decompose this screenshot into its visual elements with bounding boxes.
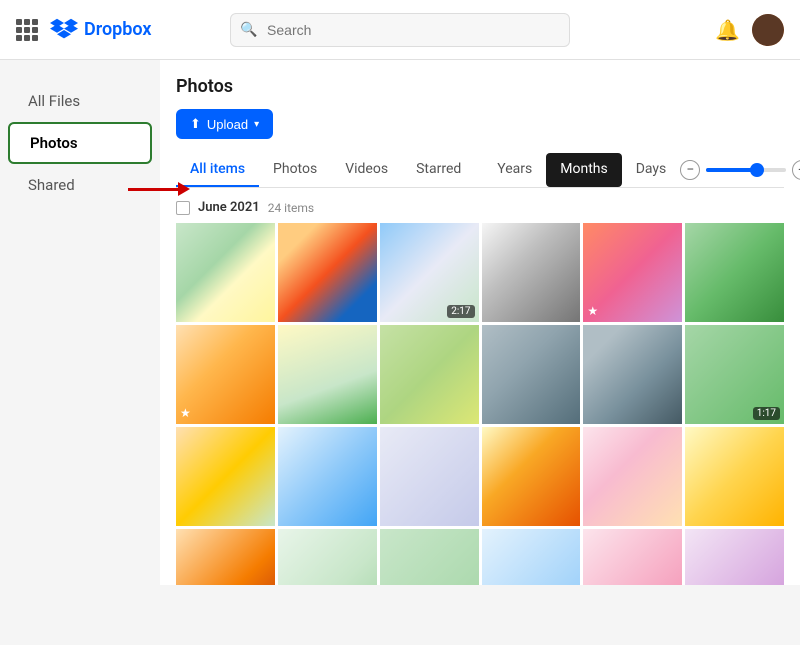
- photo-grid-row-2: ★ 1:17: [176, 325, 784, 424]
- photo-cell[interactable]: [176, 529, 275, 585]
- section-checkbox[interactable]: [176, 201, 190, 215]
- top-nav: Dropbox 🔍 🔔: [0, 0, 800, 60]
- tabs-row: All items Photos Videos Starred Years Mo…: [176, 153, 784, 188]
- star-badge: ★: [587, 304, 598, 318]
- nav-right: 🔔: [715, 14, 784, 46]
- upload-caret-icon: ▾: [254, 119, 259, 130]
- upload-icon: ⬆: [190, 116, 201, 132]
- photo-cell[interactable]: 1:17: [685, 325, 784, 424]
- upload-button[interactable]: ⬆ Upload ▾: [176, 109, 273, 139]
- search-bar: 🔍: [230, 13, 570, 47]
- zoom-in-button[interactable]: +: [792, 160, 800, 180]
- dropbox-logo-icon: [50, 16, 78, 44]
- photo-cell[interactable]: [583, 325, 682, 424]
- tab-days[interactable]: Days: [622, 153, 681, 187]
- layout: All Files Photos Shared Photos ⬆ Upload …: [0, 60, 800, 585]
- photo-cell[interactable]: [380, 529, 479, 585]
- video-duration-badge: 2:17: [447, 305, 474, 318]
- section-header: June 2021 24 items: [176, 200, 784, 215]
- photo-cell[interactable]: [685, 223, 784, 322]
- search-icon: 🔍: [240, 22, 257, 38]
- photo-cell[interactable]: [482, 223, 581, 322]
- photo-cell[interactable]: [482, 529, 581, 585]
- photo-cell[interactable]: [278, 325, 377, 424]
- photo-cell[interactable]: [278, 223, 377, 322]
- zoom-slider[interactable]: [706, 168, 786, 172]
- search-input[interactable]: [230, 13, 570, 47]
- photo-grid-row-3: [176, 427, 784, 526]
- tab-starred[interactable]: Starred: [402, 153, 475, 187]
- sidebar: All Files Photos Shared: [0, 60, 160, 585]
- photo-cell[interactable]: [685, 427, 784, 526]
- photo-cell[interactable]: [176, 427, 275, 526]
- bell-icon[interactable]: 🔔: [715, 18, 740, 42]
- logo-text: Dropbox: [84, 19, 152, 40]
- page-title: Photos: [176, 76, 784, 97]
- photo-cell[interactable]: [583, 427, 682, 526]
- star-badge: ★: [180, 406, 191, 420]
- photo-grid-row-1: 2:17 ★: [176, 223, 784, 322]
- tab-videos[interactable]: Videos: [331, 153, 402, 187]
- photo-cell[interactable]: [380, 427, 479, 526]
- video-duration-badge: 1:17: [753, 407, 780, 420]
- photo-cell[interactable]: [482, 427, 581, 526]
- tab-photos[interactable]: Photos: [259, 153, 331, 187]
- photo-cell[interactable]: [278, 529, 377, 585]
- tab-months[interactable]: Months: [546, 153, 621, 187]
- photo-cell[interactable]: [583, 529, 682, 585]
- photo-cell[interactable]: ★: [176, 325, 275, 424]
- photo-cell[interactable]: ★: [583, 223, 682, 322]
- avatar[interactable]: [752, 14, 784, 46]
- photo-cell[interactable]: [685, 529, 784, 585]
- photo-grid-row-4: [176, 529, 784, 585]
- tab-years[interactable]: Years: [483, 153, 546, 187]
- red-arrow-annotation: [128, 182, 190, 196]
- logo[interactable]: Dropbox: [50, 16, 152, 44]
- sidebar-item-all-files[interactable]: All Files: [8, 82, 152, 120]
- photo-cell[interactable]: 2:17: [380, 223, 479, 322]
- app-grid-icon[interactable]: [16, 19, 38, 41]
- main-content: Photos ⬆ Upload ▾ All items Photos Video…: [160, 60, 800, 585]
- photo-cell[interactable]: [278, 427, 377, 526]
- section-title: June 2021: [198, 200, 260, 215]
- zoom-controls: − +: [680, 160, 800, 180]
- section-count: 24 items: [268, 201, 314, 215]
- photo-cell[interactable]: [380, 325, 479, 424]
- photo-cell[interactable]: [176, 223, 275, 322]
- photo-cell[interactable]: [482, 325, 581, 424]
- zoom-out-button[interactable]: −: [680, 160, 700, 180]
- sidebar-item-photos[interactable]: Photos: [8, 122, 152, 164]
